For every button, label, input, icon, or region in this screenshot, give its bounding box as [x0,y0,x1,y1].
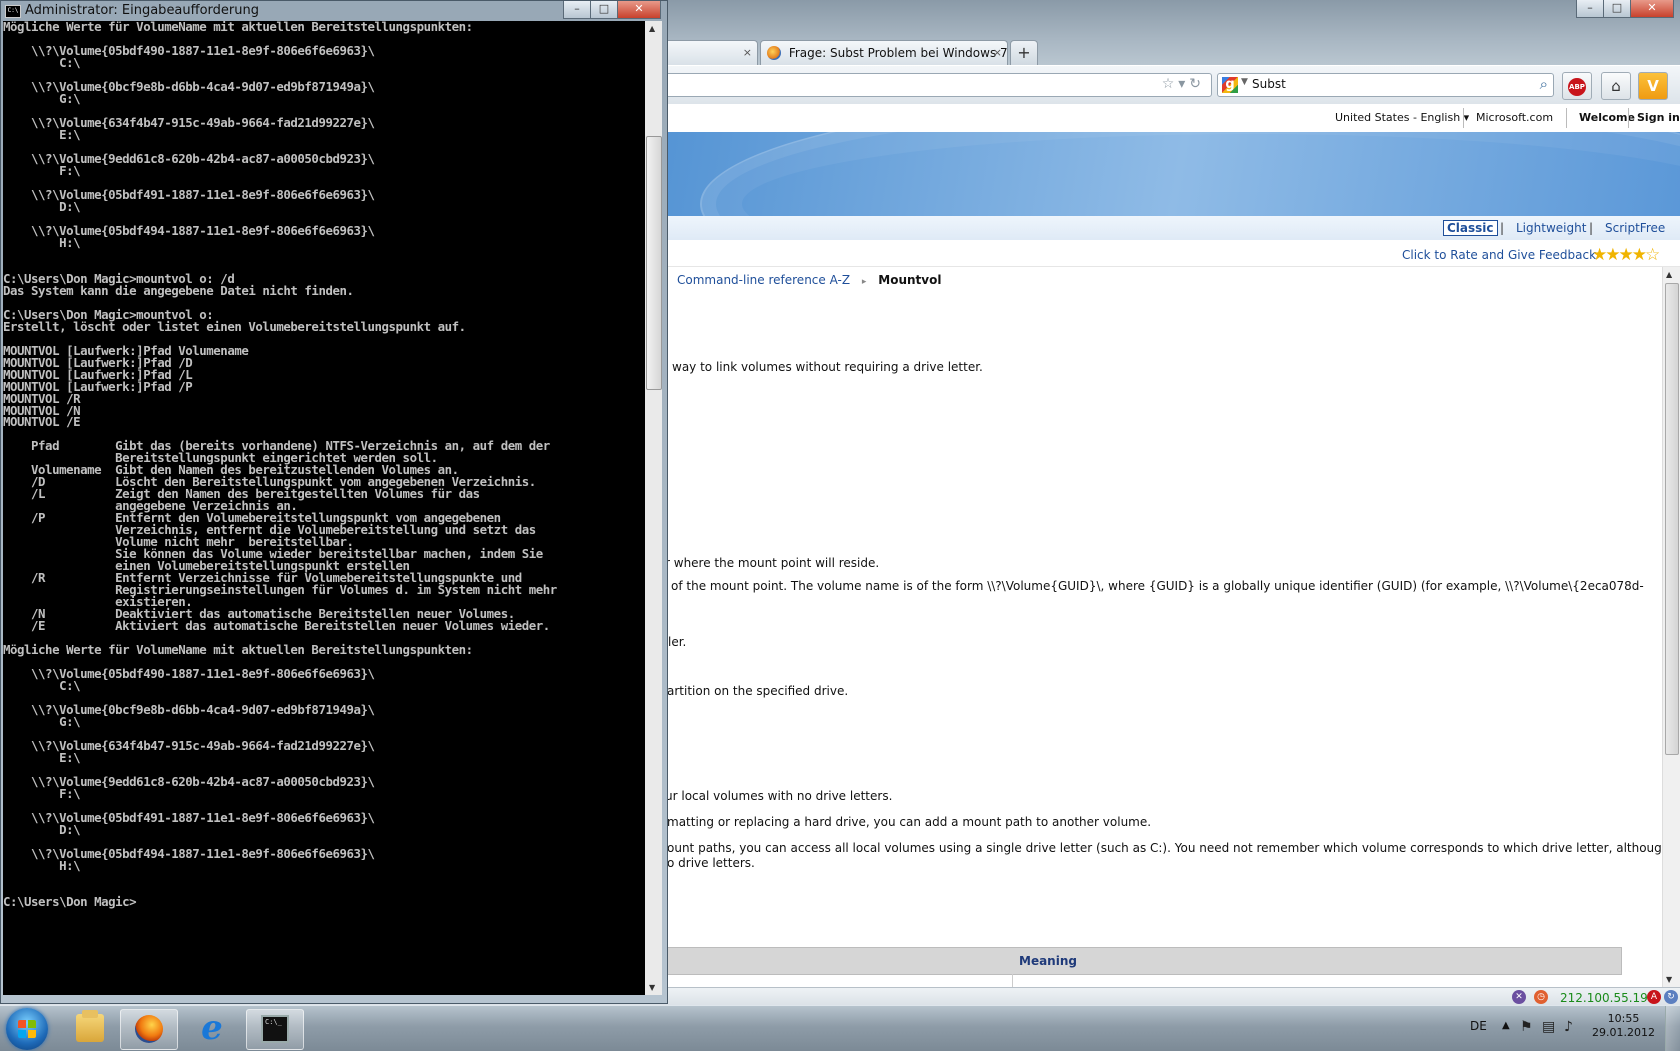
search-bar[interactable]: g ▼ Subst ⌕ [1217,73,1554,97]
browser-window-controls: – □ ✕ [1576,0,1674,18]
adblock-icon: ABP [1568,77,1586,96]
clock-date: 29.01.2012 [1592,1026,1655,1039]
content-line: ount paths, you can access all local vol… [667,841,1680,855]
taskbar-firefox-button[interactable] [120,1009,178,1050]
browser-minimize-button[interactable]: – [1576,0,1604,18]
region-selector[interactable]: United States - English ▾ [1335,111,1469,124]
taskbar-ie-button[interactable]: e [184,1009,240,1048]
google-search-engine-icon[interactable]: g [1222,77,1238,93]
separator [1566,108,1567,128]
rating-stars[interactable]: ★★★★☆ [1592,245,1660,265]
welcome-label: Welcome [1579,111,1635,124]
browser-maximize-button[interactable]: □ [1603,0,1631,18]
search-input[interactable]: Subst [1252,77,1286,91]
content-line: artition on the specified drive. [667,684,849,698]
scroll-down-icon[interactable]: ▼ [1666,975,1672,984]
content-line: matting or replacing a hard drive, you c… [667,815,1152,829]
browser-tab-mountvol[interactable]: × [660,40,758,65]
console-window-title: Administrator: Eingabeaufforderung [25,3,259,18]
browser-tab-strip: × Frage: Subst Problem bei Windows 7 ...… [660,40,1038,66]
extension-button[interactable]: V [1638,72,1668,100]
table-header: Meaning [660,947,1622,975]
adblock-plus-button[interactable]: ABP [1562,72,1592,100]
console-scrollbar[interactable]: ▲ ▼ [645,21,662,995]
console-minimize-button[interactable]: – [563,1,591,19]
new-tab-button[interactable]: + [1010,40,1038,65]
firefox-favicon-icon [767,46,781,60]
view-classic-link[interactable]: Classic [1443,220,1498,236]
volume-icon[interactable]: ♪ [1564,1019,1573,1035]
sign-in-link[interactable]: Sign in [1637,111,1680,124]
content-line: r where the mount point will reside. [665,556,880,570]
page-scrollbar-thumb[interactable] [1665,283,1679,755]
taskbar-cmd-button[interactable]: C:\_ [246,1009,304,1050]
sync-status-icon[interactable]: ↻ [1664,990,1678,1004]
content-line: way to link volumes without requiring a … [672,360,983,374]
browser-tab-frage[interactable]: Frage: Subst Problem bei Windows 7 ... × [760,40,1008,65]
column-divider [1012,974,1013,988]
scroll-up-icon[interactable]: ▲ [1666,270,1672,279]
separator [1628,108,1629,128]
console-app-icon[interactable]: C:\ [5,5,21,18]
start-button[interactable] [6,1008,48,1050]
console-output-area[interactable]: Mögliche Werte für VolumeName mit aktuel… [3,21,645,995]
firefox-icon [135,1015,163,1043]
folder-icon [76,1010,104,1042]
console-window-controls: – □ ✕ [563,1,661,19]
banner-mesh-graphic [700,132,1680,216]
scroll-down-icon[interactable]: ▼ [649,983,655,992]
ip-address: 212.100.55.196 [1560,991,1656,1005]
tab-close-icon[interactable]: × [743,41,752,65]
table-header-meaning: Meaning [1019,954,1077,968]
clock-time: 10:55 [1607,1012,1640,1025]
content-line: o drive letters. [667,856,755,870]
action-center-flag-icon[interactable]: ⚑ [1520,1019,1533,1035]
view-scriptfree-link[interactable]: ScriptFree [1605,221,1665,235]
separator: | [1500,221,1505,235]
network-icon[interactable]: ▤ [1542,1019,1555,1035]
separator [1463,108,1464,128]
clock[interactable]: 10:55 29.01.2012 [1592,1012,1655,1040]
search-icon[interactable]: ⌕ [1540,75,1548,93]
content-line: ur local volumes with no drive letters. [665,789,893,803]
breadcrumb: Command-line reference A-Z ▸ Mountvol [677,273,941,287]
show-hidden-icons-icon[interactable]: ▲ [1502,1020,1510,1031]
view-lightweight-link[interactable]: Lightweight [1516,221,1586,235]
parameter-table: Meaning [660,947,1622,989]
separator: | [1589,221,1594,235]
console-close-button[interactable]: ✕ [617,1,661,19]
console-title-bar[interactable]: C:\ Administrator: Eingabeaufforderung –… [1,1,667,21]
bookmark-star-reload-icons[interactable]: ☆▾↻ [1162,76,1205,92]
rate-feedback-link[interactable]: Click to Rate and Give Feedback [1402,248,1596,262]
breadcrumb-separator-icon: ▸ [861,277,867,287]
command-prompt-window: C:\ Administrator: Eingabeaufforderung –… [0,0,668,1004]
browser-close-button[interactable]: ✕ [1630,0,1674,18]
language-indicator[interactable]: DE [1470,1019,1487,1033]
chevron-down-icon[interactable]: ▼ [1241,77,1248,87]
home-button[interactable]: ⌂ [1601,72,1631,100]
windows-logo-icon [18,1020,36,1038]
scroll-up-icon[interactable]: ▲ [649,24,655,33]
console-output-text: Mögliche Werte für VolumeName mit aktuel… [3,21,557,909]
tab-close-icon[interactable]: × [993,41,1002,65]
breadcrumb-link[interactable]: Command-line reference A-Z [677,273,850,287]
console-maximize-button[interactable]: □ [590,1,618,19]
windows-taskbar: e C:\_ DE ▲ ⚑ ▤ ♪ 10:55 29.01.2012 [0,1005,1680,1051]
clock-addon-icon[interactable]: ◷ [1534,990,1548,1004]
microsoft-link[interactable]: Microsoft.com [1476,111,1553,124]
content-line: ler. [668,635,687,649]
addon-status-icon[interactable]: ✕ [1512,990,1526,1004]
command-prompt-icon: C:\_ [261,1015,289,1043]
taskbar-explorer-button[interactable] [62,1009,118,1048]
console-scrollbar-thumb[interactable] [646,136,662,390]
system-tray: DE ▲ ⚑ ▤ ♪ 10:55 29.01.2012 [1460,1006,1680,1051]
page-title: Mountvol [878,273,942,287]
content-line: of the mount point. The volume name is o… [671,579,1644,593]
tab-label: Frage: Subst Problem bei Windows 7 ... [788,46,1008,60]
show-desktop-button[interactable] [1665,1006,1680,1051]
url-bar[interactable]: ☆▾↻ [640,73,1212,97]
internet-explorer-icon: e [201,1008,223,1048]
page-scrollbar[interactable]: ▲ ▼ [1662,267,1680,987]
adblock-status-icon[interactable]: A [1647,990,1661,1004]
